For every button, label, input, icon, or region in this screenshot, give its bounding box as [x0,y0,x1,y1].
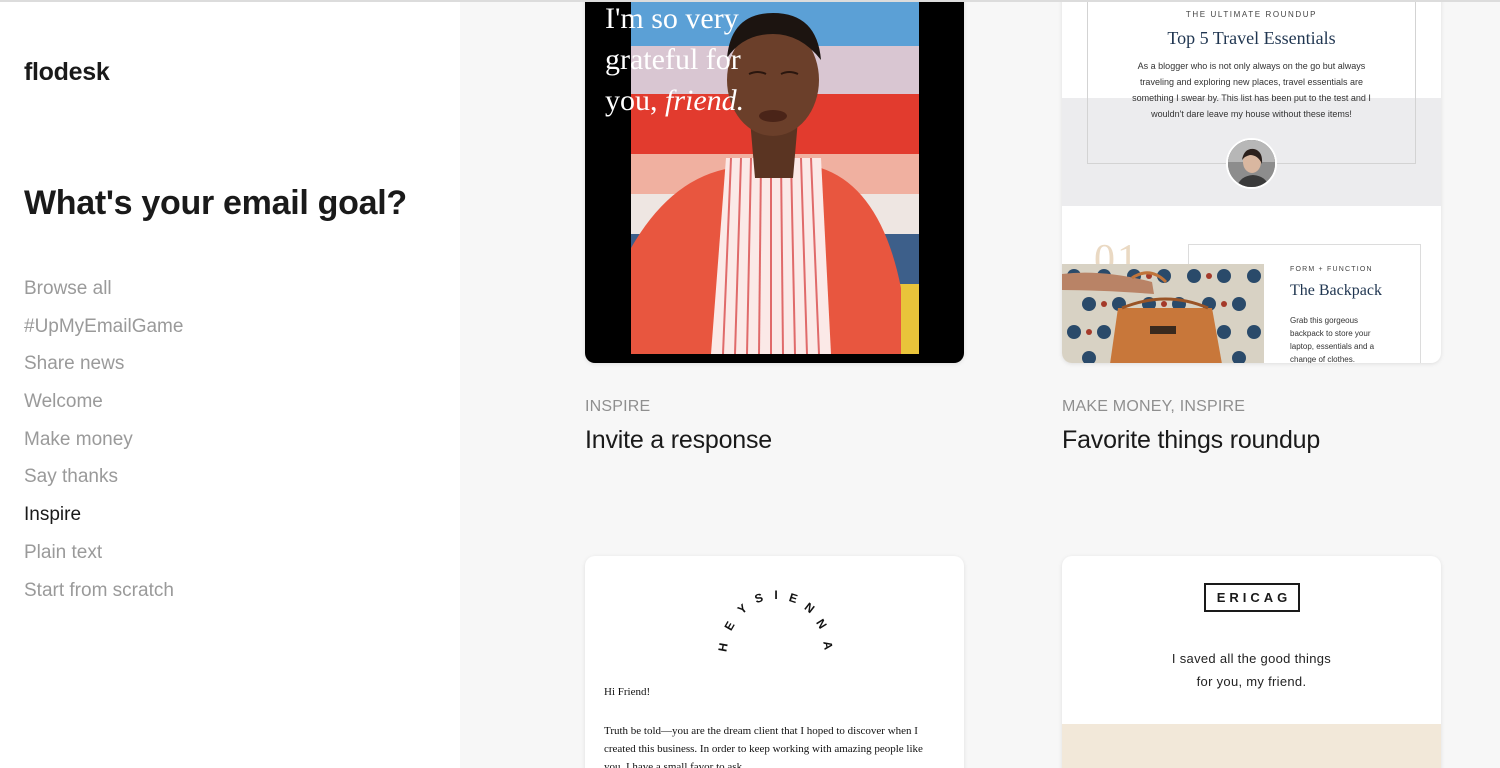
filter-inspire[interactable]: Inspire [24,504,183,542]
filter-say-thanks[interactable]: Say thanks [24,466,183,504]
page-title: What's your email goal? [24,184,407,222]
filter-upmyemailgame[interactable]: #UpMyEmailGame [24,316,183,354]
sidebar: flodesk What's your email goal? Browse a… [0,2,460,768]
template-card-favorite-things[interactable]: THE ULTIMATE ROUNDUP Top 5 Travel Essent… [1062,2,1441,363]
preview-heading: Top 5 Travel Essentials [1167,28,1336,48]
preview-beige-band [1062,724,1441,768]
item-body: Grab this gorgeous backpack to store you… [1290,316,1375,363]
svg-text:N: N [813,616,829,631]
svg-text:A: A [820,640,835,651]
svg-text:I: I [774,588,777,602]
template-category: INSPIRE [585,398,651,415]
heysienna-logo: H E Y S I E N N A [715,588,835,653]
preview-greeting: Hi Friend! [604,686,651,698]
template-title[interactable]: Invite a response [585,426,772,455]
ericag-logo: ERICAG [1204,583,1300,612]
svg-text:H: H [715,642,730,653]
svg-text:E: E [787,590,799,606]
template-card-ericag[interactable]: ERICAG I saved all the good things for y… [1062,556,1441,768]
svg-text:E: E [721,619,737,633]
filter-plain-text[interactable]: Plain text [24,542,183,580]
template-title[interactable]: Favorite things roundup [1062,426,1320,455]
goal-filter-list: Browse all #UpMyEmailGame Share news Wel… [24,278,183,617]
preview-body: Truth be told—you are the dream client t… [604,725,923,768]
flodesk-logo[interactable]: flodesk [24,58,110,87]
template-card-invite-response[interactable]: I'm so very grateful for you, friend. [585,2,964,363]
preview-kicker: THE ULTIMATE ROUNDUP [1185,10,1318,19]
preview-body: As a blogger who is not only always on t… [1132,61,1371,119]
preview-line-1: I saved all the good things [1171,651,1332,666]
filter-browse-all[interactable]: Browse all [24,278,183,316]
svg-text:Y: Y [735,601,750,617]
template-card-heysienna[interactable]: H E Y S I E N N A Hi Friend! Truth be to… [585,556,964,768]
item-kicker: FORM + FUNCTION [1290,266,1373,273]
template-category: MAKE MONEY, INSPIRE [1062,398,1246,415]
filter-welcome[interactable]: Welcome [24,391,183,429]
filter-start-from-scratch[interactable]: Start from scratch [24,580,183,618]
svg-text:S: S [753,590,765,606]
backpack-photo [1062,264,1264,363]
svg-text:N: N [802,600,817,616]
preview-headline: I'm so very grateful for you, friend. [605,2,745,117]
preview-line-2: for you, my friend. [1196,674,1307,689]
avatar [1226,138,1277,189]
filter-make-money[interactable]: Make money [24,429,183,467]
template-gallery: I'm so very grateful for you, friend. IN… [460,2,1500,768]
item-heading: The Backpack [1290,282,1382,299]
preview-message: I saved all the good things for you, my … [1062,647,1441,693]
filter-share-news[interactable]: Share news [24,353,183,391]
